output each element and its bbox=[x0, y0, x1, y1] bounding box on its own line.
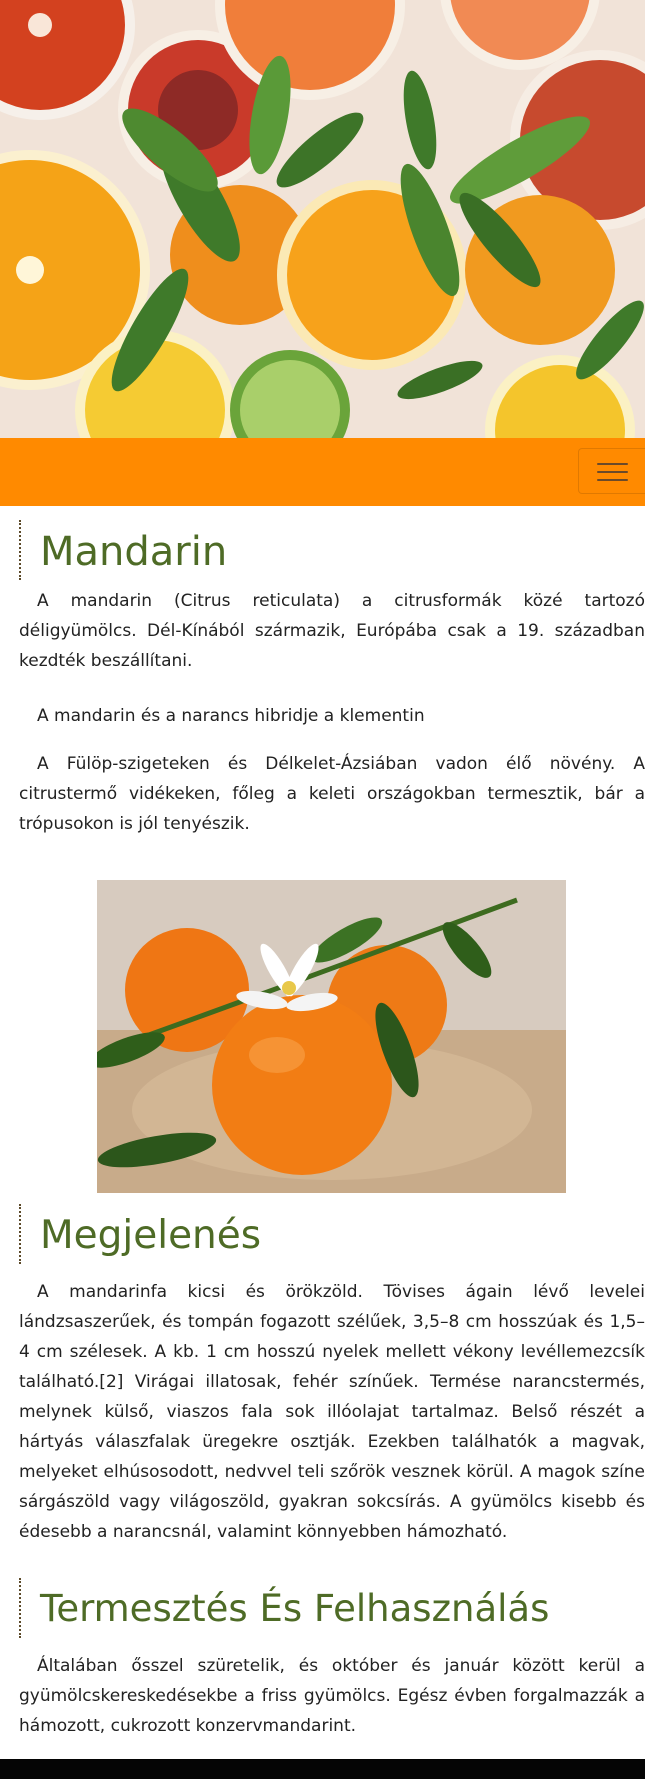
section-title-termesztes: Termesztés És Felhasználás bbox=[40, 1587, 550, 1630]
hamburger-menu-icon bbox=[597, 463, 628, 465]
mandarin-illustration bbox=[97, 880, 566, 1193]
hero-image bbox=[0, 0, 645, 438]
hamburger-menu-icon bbox=[597, 471, 628, 473]
paragraph-intro: A mandarin (Citrus reticulata) a citrusf… bbox=[19, 591, 645, 671]
section-divider bbox=[19, 520, 21, 580]
mandarin-photo bbox=[97, 880, 566, 1193]
citrus-illustration bbox=[0, 0, 645, 438]
section-title-mandarin: Mandarin bbox=[40, 529, 228, 575]
section-divider bbox=[19, 1204, 21, 1264]
paragraph-hybrid: A mandarin és a narancs hibridje a kleme… bbox=[37, 706, 425, 726]
navbar-toggle-button[interactable] bbox=[578, 448, 645, 494]
section-title-megjelenes: Megjelenés bbox=[40, 1213, 262, 1258]
paragraph-appearance: A mandarinfa kicsi és örökzöld. Tövises … bbox=[19, 1282, 645, 1542]
hamburger-menu-icon bbox=[597, 479, 628, 481]
navbar bbox=[0, 438, 645, 506]
section-divider bbox=[19, 1578, 21, 1638]
footer-bar bbox=[0, 1759, 645, 1779]
paragraph-habitat: A Fülöp-szigeteken és Délkelet-Ázsiában … bbox=[19, 754, 645, 834]
paragraph-cultivation: Általában ősszel szüretelik, és október … bbox=[19, 1656, 645, 1736]
page: Mandarin A mandarin (Citrus reticulata) … bbox=[0, 0, 645, 1779]
